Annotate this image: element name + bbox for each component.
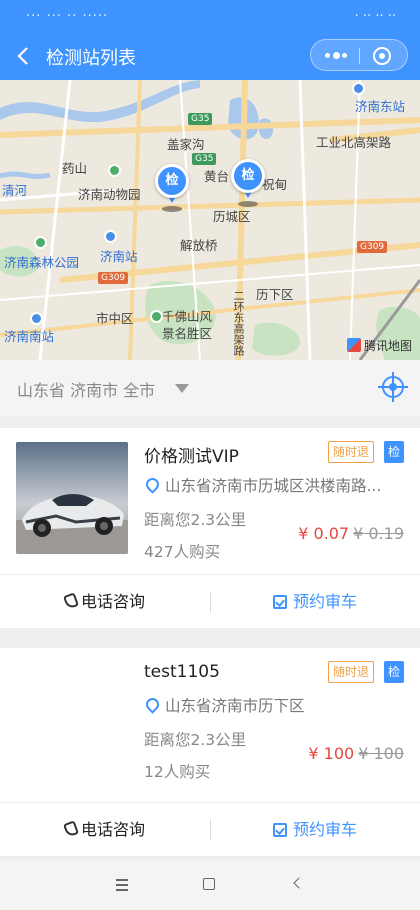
title-bar: 检测站列表 — [0, 34, 420, 80]
station-address: 山东省济南市历城区洪楼南路... — [144, 474, 404, 496]
inspection-badge: 检 — [384, 441, 404, 463]
map-view[interactable]: 济南东站 盖家沟 工业北高架路 药山 黄台 祝甸 济南动物园 历城区 清河 解放… — [0, 80, 420, 360]
book-inspection-button[interactable]: 预约审车 — [210, 575, 420, 629]
marker-shadow — [238, 201, 258, 207]
station-actions: 电话咨询 预约审车 — [0, 574, 420, 628]
page-title: 检测站列表 — [46, 48, 136, 69]
inspection-marker-icon: 检 — [231, 159, 265, 193]
marker-shadow — [162, 206, 182, 212]
map-label: 济南东站 — [355, 99, 406, 114]
map-label: 清河 — [2, 183, 28, 198]
station-actions: 电话咨询 预约审车 — [0, 802, 420, 856]
checkbox-calendar-icon — [272, 823, 287, 837]
phone-consult-label: 电话咨询 — [80, 592, 145, 611]
current-price: ¥ 100 — [308, 744, 355, 763]
station-thumbnail — [16, 442, 128, 554]
book-inspection-button[interactable]: 预约审车 — [210, 803, 420, 857]
station-poi-icon — [352, 82, 365, 95]
price-block: ¥ 100 ¥ 100 — [308, 744, 404, 763]
map-label: 祝甸 — [262, 177, 288, 192]
station-poi-icon — [30, 312, 43, 325]
map-label: 解放桥 — [180, 238, 218, 253]
phone-consult-button[interactable]: 电话咨询 — [0, 575, 210, 629]
station-poi-icon — [104, 230, 117, 243]
map-label: 济南南站 — [4, 329, 55, 344]
phone-icon — [62, 820, 80, 838]
mini-program-capsule — [310, 39, 408, 71]
map-label: 济南森林公园 — [4, 255, 80, 270]
station-marker[interactable]: 检 — [155, 164, 189, 212]
capsule-divider — [359, 48, 360, 64]
station-name: 价格测试VIP — [144, 447, 239, 467]
more-dots-icon[interactable] — [325, 52, 347, 59]
zoo-poi-icon — [108, 164, 121, 177]
nav-home-icon[interactable] — [201, 876, 219, 894]
map-label: 市中区 — [96, 311, 134, 326]
address-text: 山东省济南市历下区 — [165, 697, 305, 715]
station-card-body[interactable]: test1105 随时退 检 山东省济南市历下区 距离您2.3公里 12人购买 … — [0, 648, 420, 794]
back-button[interactable] — [12, 42, 36, 70]
map-label: 黄台 — [204, 169, 230, 184]
map-brand-label: 腾讯地图 — [363, 339, 412, 353]
park-poi-icon — [150, 310, 163, 323]
location-selector[interactable]: 山东省 济南市 全市 — [17, 377, 155, 401]
station-card-body[interactable]: 价格测试VIP 随时退 检 山东省济南市历城区洪楼南路... 距离您2.3公里 … — [0, 428, 420, 574]
station-distance: 距离您2.3公里 — [144, 511, 247, 529]
mini-program-close-icon[interactable] — [373, 47, 391, 65]
status-right: · ·· ·· ·· — [354, 9, 396, 24]
book-inspection-label: 预约审车 — [292, 820, 357, 839]
purchase-count: 12人购买 — [144, 763, 211, 781]
status-bar: ··· ··· ·· ····· · ·· ·· ·· — [0, 0, 420, 34]
status-left: ··· ··· ·· ····· — [26, 9, 109, 24]
inspection-marker-icon: 检 — [155, 164, 189, 198]
nav-back-icon[interactable] — [290, 876, 308, 894]
map-label: 二环东高架路 — [232, 290, 245, 356]
location-pin-icon — [144, 475, 162, 494]
book-inspection-label: 预约审车 — [292, 592, 357, 611]
refund-anytime-badge: 随时退 — [328, 661, 374, 683]
refund-anytime-badge: 随时退 — [328, 441, 374, 463]
map-label: 工业北高架路 — [316, 135, 392, 150]
location-filter: 山东省 济南市 全市 — [0, 360, 420, 416]
map-label: 药山 — [62, 161, 88, 176]
phone-consult-button[interactable]: 电话咨询 — [0, 803, 210, 857]
map-label: 济南站 — [100, 249, 138, 264]
caret-down-icon[interactable] — [175, 384, 189, 393]
phone-icon — [62, 592, 80, 610]
tencent-map-logo-icon — [346, 338, 361, 352]
location-pin-icon — [144, 695, 162, 714]
checkbox-calendar-icon — [272, 595, 287, 609]
purchase-count: 427人购买 — [144, 543, 221, 561]
station-distance: 距离您2.3公里 — [144, 731, 247, 749]
park-poi-icon — [34, 236, 47, 249]
road-shield: G35 — [188, 113, 213, 125]
phone-consult-label: 电话咨询 — [80, 820, 145, 839]
current-price: ¥ 0.07 — [298, 524, 350, 543]
station-address: 山东省济南市历下区 — [144, 694, 404, 716]
map-label: 历城区 — [213, 209, 251, 224]
map-brand: 腾讯地图 — [346, 337, 412, 354]
inspection-badge: 检 — [384, 661, 404, 683]
road-shield: G309 — [357, 241, 388, 253]
map-label: 历下区 — [256, 287, 294, 302]
system-nav-bar — [0, 860, 420, 910]
chevron-left-icon — [17, 47, 28, 65]
road-shield: G35 — [192, 153, 217, 165]
locate-icon[interactable] — [378, 372, 408, 402]
nav-menu-icon[interactable] — [114, 876, 132, 894]
station-name: test1105 — [144, 662, 220, 682]
map-label: 济南动物园 — [78, 187, 141, 202]
original-price: ¥ 0.19 — [353, 524, 404, 543]
car-photo-icon — [16, 442, 128, 554]
station-marker[interactable]: 检 — [231, 159, 265, 207]
station-card[interactable]: test1105 随时退 检 山东省济南市历下区 距离您2.3公里 12人购买 … — [0, 648, 420, 856]
road-shield: G309 — [98, 272, 129, 284]
app-header: ··· ··· ·· ····· · ·· ·· ·· 检测站列表 — [0, 0, 420, 80]
map-label: 盖家沟 — [167, 137, 205, 152]
address-text: 山东省济南市历城区洪楼南路... — [165, 477, 382, 495]
map-label: 千佛山风景名胜区 — [162, 309, 213, 341]
price-block: ¥ 0.07 ¥ 0.19 — [298, 524, 404, 543]
station-card[interactable]: 价格测试VIP 随时退 检 山东省济南市历城区洪楼南路... 距离您2.3公里 … — [0, 428, 420, 628]
original-price: ¥ 100 — [358, 744, 404, 763]
